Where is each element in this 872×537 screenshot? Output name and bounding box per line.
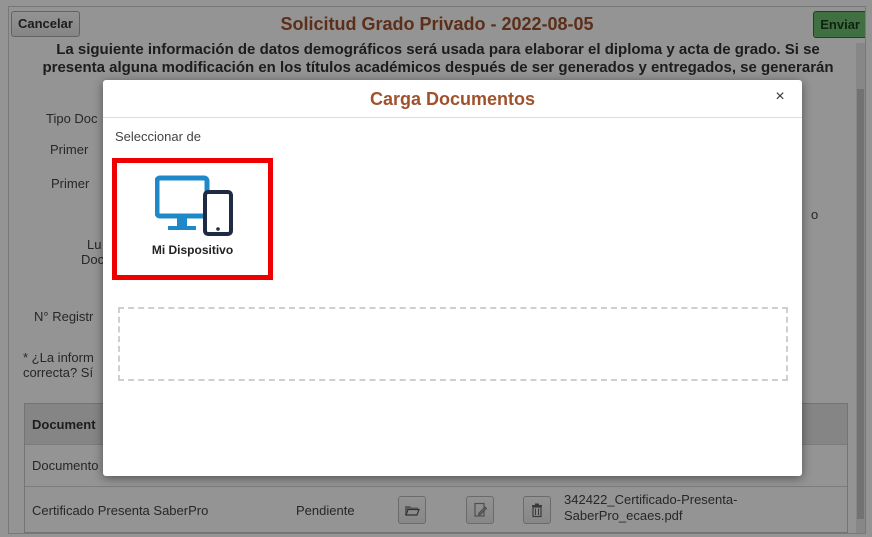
my-device-label: Mi Dispositivo — [151, 243, 234, 257]
dialog-title: Carga Documentos — [369, 89, 536, 109]
upload-documents-dialog: Carga Documentos × Seleccionar de Mi Dis… — [103, 80, 802, 476]
my-device-option[interactable]: Mi Dispositivo — [112, 158, 273, 280]
dialog-header: Carga Documentos × — [103, 80, 802, 118]
file-drop-zone[interactable] — [118, 307, 788, 381]
select-from-label: Seleccionar de — [115, 129, 201, 144]
close-icon[interactable]: × — [772, 89, 788, 105]
computer-phone-icon — [155, 175, 233, 236]
